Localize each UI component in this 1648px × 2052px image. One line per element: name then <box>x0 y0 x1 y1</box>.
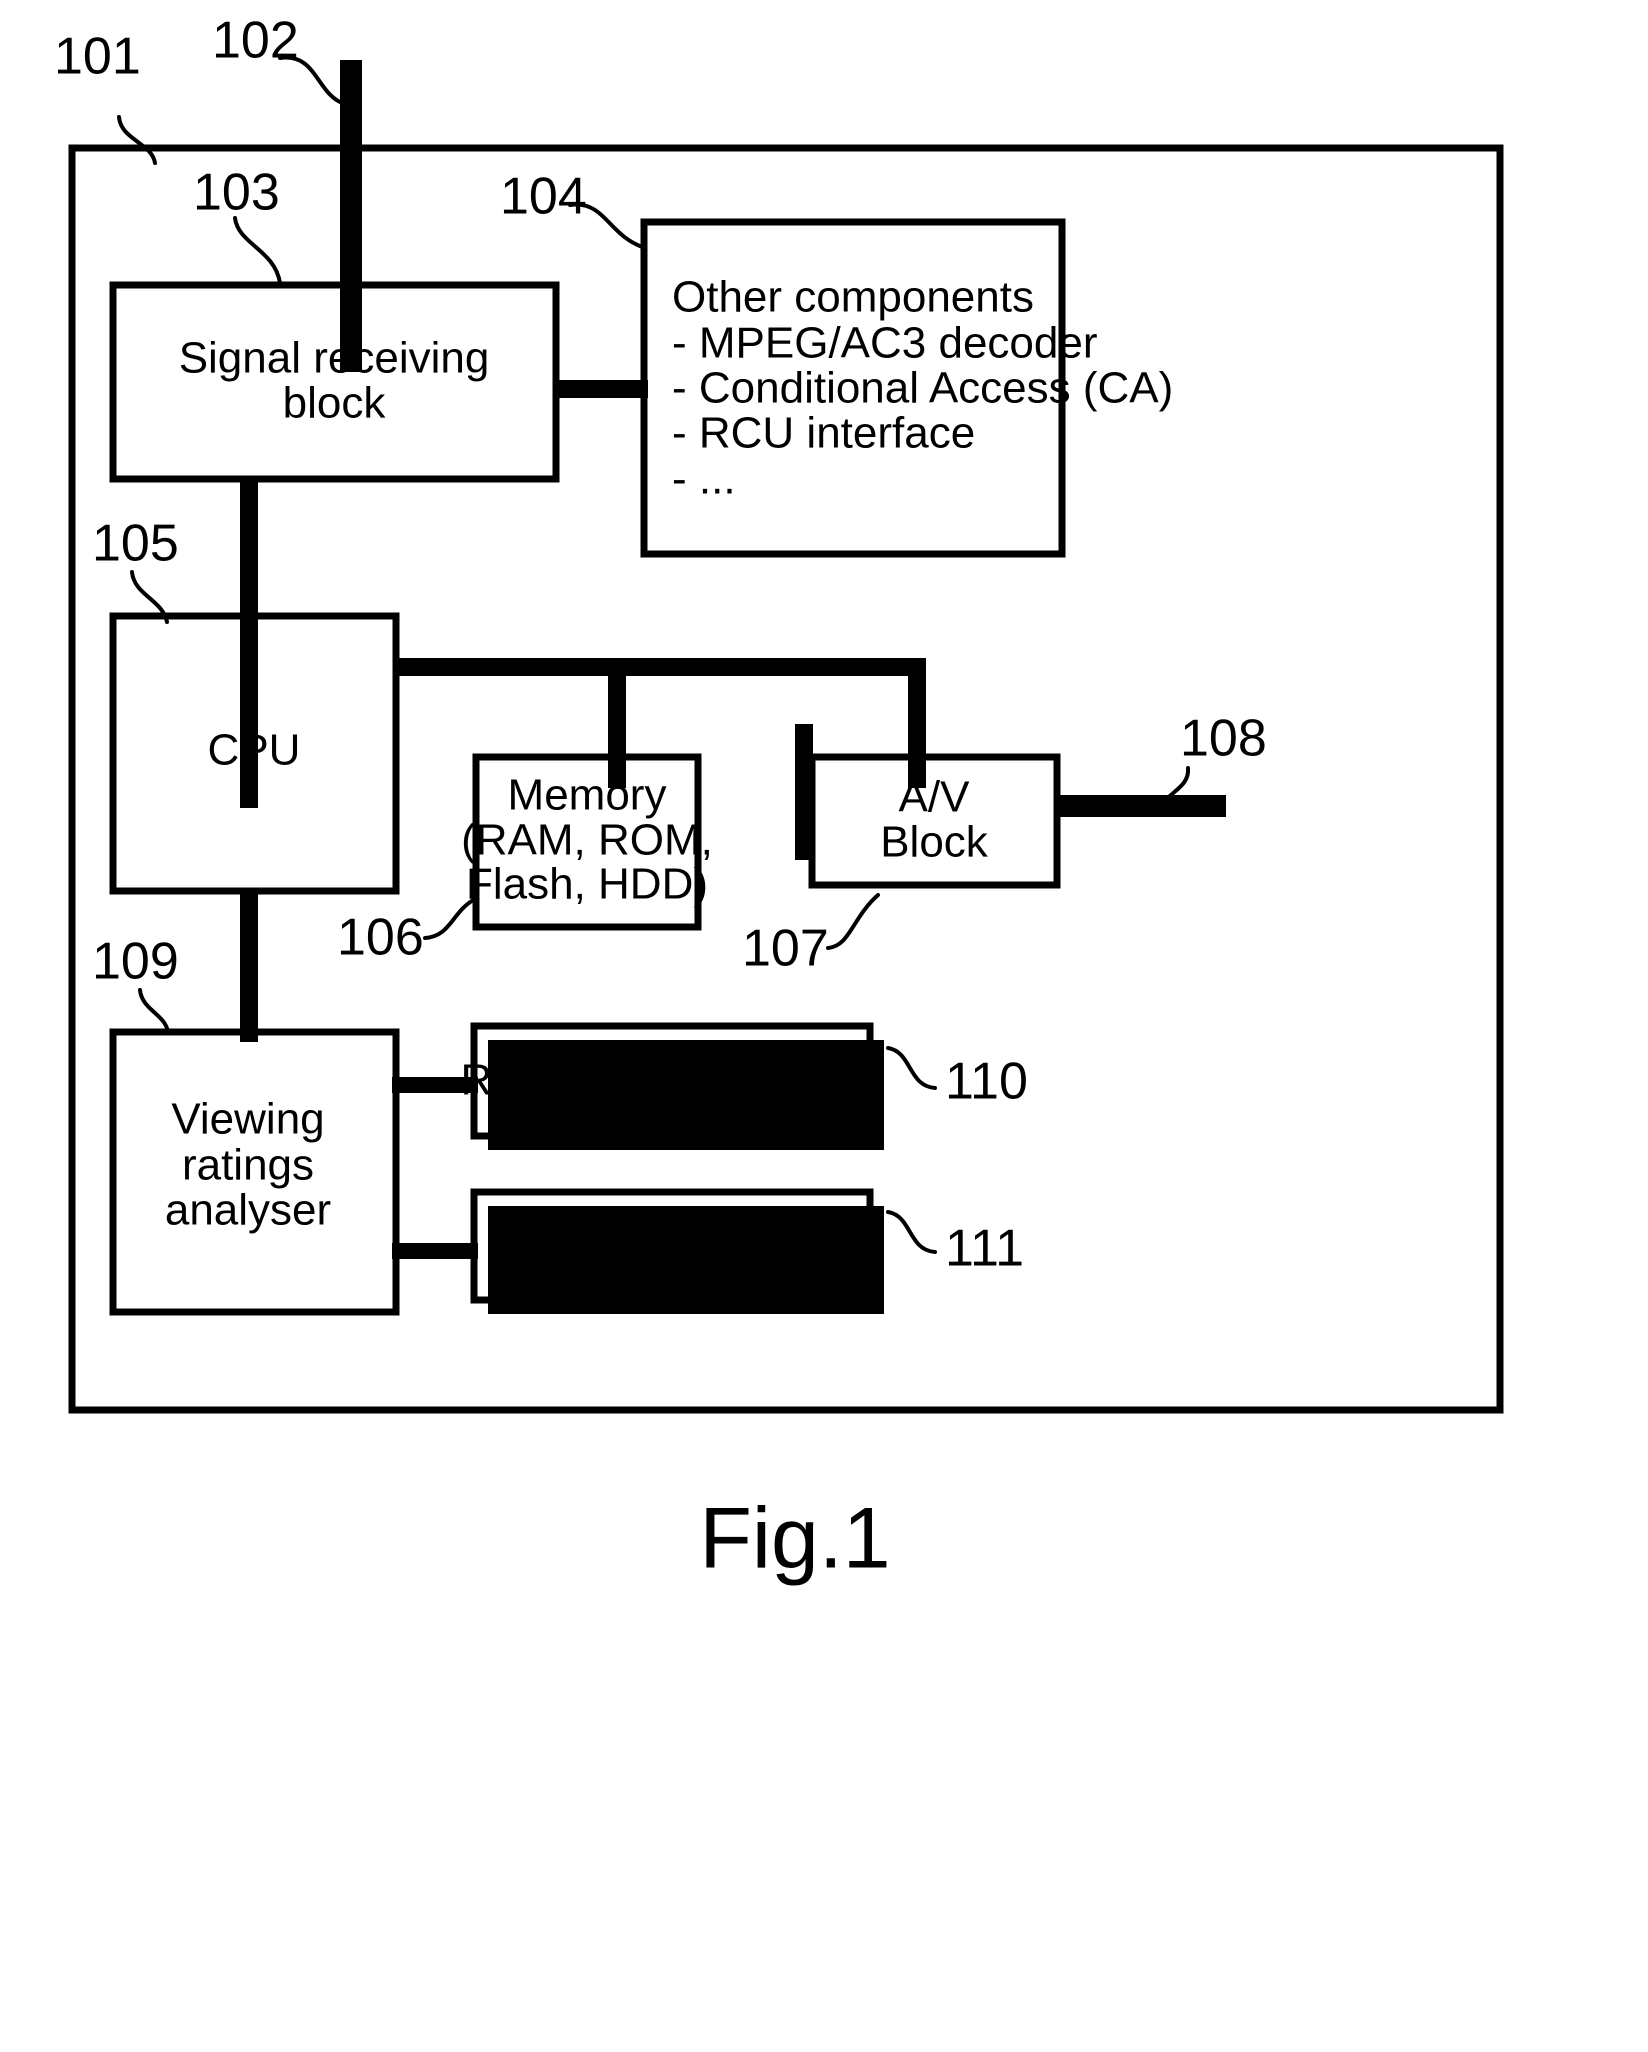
ref-107: 107 <box>742 920 829 978</box>
signal-receiving-label-line2: block <box>283 379 387 428</box>
av-block-label-line1: A/V <box>899 773 971 822</box>
ref-109: 109 <box>92 933 179 991</box>
signal-receiving-label-line1: Signal receiving <box>179 334 490 383</box>
av-output-line <box>1054 795 1226 817</box>
ref-111: 111 <box>945 1220 1024 1278</box>
other-components-item-2: - RCU interface <box>672 409 975 458</box>
ratings-storage-label: Ratings storage block <box>460 1056 884 1105</box>
leader-101 <box>117 115 157 165</box>
other-components-title: Other components <box>672 273 1034 322</box>
av-block-label-line2: Block <box>880 818 989 867</box>
leader-109 <box>138 988 170 1034</box>
ref-106: 106 <box>337 909 424 967</box>
wire-cpu-to-analyser <box>240 890 258 1042</box>
memory-label-line1: Memory <box>508 771 667 820</box>
other-components-item-3: - ... <box>672 455 736 504</box>
ref-104: 104 <box>500 168 587 226</box>
ref-105: 105 <box>92 515 179 573</box>
ref-101: 101 <box>54 28 141 86</box>
leader-111 <box>886 1210 937 1254</box>
wire-bus-to-av <box>908 658 926 788</box>
ref-102: 102 <box>212 12 299 70</box>
leader-106 <box>423 896 479 940</box>
cpu-label: CPU <box>208 726 301 775</box>
memory-label-line2: (RAM, ROM, <box>461 816 713 865</box>
analyser-label-line3: analyser <box>165 1186 331 1235</box>
leader-103 <box>233 216 282 285</box>
memory-label-line3: Flash, HDD) <box>466 860 708 909</box>
leader-110 <box>886 1046 937 1090</box>
leader-107 <box>826 893 880 950</box>
figure-canvas: Signal receiving block Other components … <box>0 0 1648 2052</box>
main-bus-horizontal <box>396 658 926 676</box>
other-components-item-1: - Conditional Access (CA) <box>672 364 1173 413</box>
power-on-label: Power-on block <box>520 1220 824 1269</box>
wire-analyser-to-poweron <box>392 1243 478 1259</box>
figure-caption: Fig.1 <box>699 1491 890 1587</box>
block-diagram-svg: Signal receiving block Other components … <box>54 12 1504 1587</box>
antenna-input-line <box>340 60 362 372</box>
analyser-label-line2: ratings <box>182 1141 314 1190</box>
analyser-label-line1: Viewing <box>171 1095 324 1144</box>
wire-bus-to-memory <box>608 658 626 788</box>
other-components-item-0: - MPEG/AC3 decoder <box>672 319 1098 368</box>
ref-108: 108 <box>1180 710 1267 768</box>
ref-110: 110 <box>945 1053 1028 1111</box>
ref-103: 103 <box>193 164 280 222</box>
wire-signal-to-other <box>556 380 648 398</box>
